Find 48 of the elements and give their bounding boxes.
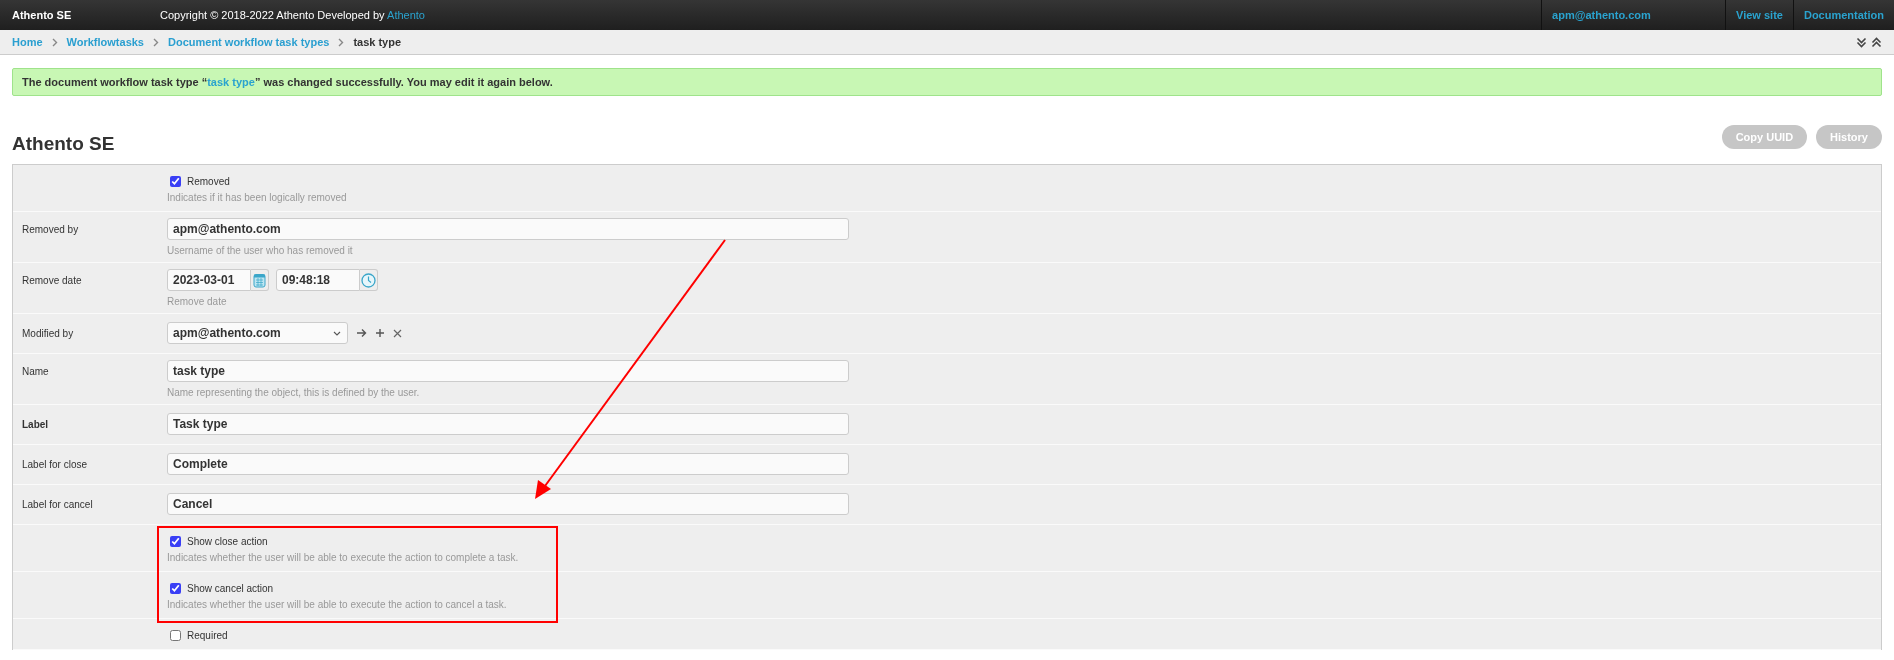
field-label: Label for close <box>22 459 88 470</box>
checkbox[interactable] <box>170 176 181 187</box>
chevron-right-icon <box>153 37 159 47</box>
checkbox[interactable] <box>170 583 181 594</box>
chevron-down-icon <box>333 330 341 336</box>
checkbox[interactable] <box>170 536 181 547</box>
close-icon[interactable] <box>393 328 402 338</box>
field-label: Label <box>22 419 49 430</box>
field-label: Name <box>22 366 49 377</box>
checkbox-label: Required <box>187 630 228 641</box>
field-label: Modified by <box>22 328 74 339</box>
add-icon[interactable] <box>375 328 385 338</box>
text-field[interactable]: Task type <box>167 413 849 435</box>
success-message: The document workflow task type “task type” was changed successfully. You may edit it again below. <box>12 68 1882 96</box>
text-field[interactable]: apm@athento.com <box>167 218 849 240</box>
help-text: Remove date <box>167 296 228 307</box>
athento-link[interactable]: Athento <box>387 9 425 21</box>
brand-name: Athento SE <box>11 9 73 21</box>
help-text: Indicates whether the user will be able to execute the action to cancel a task. <box>167 599 508 610</box>
checkbox-label: Show cancel action <box>187 583 274 594</box>
breadcrumb-link[interactable]: Workflowtasks <box>66 36 144 48</box>
clock-icon[interactable] <box>361 272 376 288</box>
copyright-text: Copyright © 2018-2022 Athento Developed by Athento <box>160 9 425 21</box>
text-field[interactable]: Complete <box>167 453 849 475</box>
help-text: Indicates if it has been logically removed <box>167 192 348 203</box>
field-label: Remove date <box>22 275 82 286</box>
chevron-right-icon <box>338 37 345 47</box>
expand-all-icon[interactable] <box>1871 36 1882 48</box>
field-label: Removed by <box>22 224 79 235</box>
help-text: Username of the user who has removed it <box>167 245 354 256</box>
help-text: Name representing the object, this is defined by the user. <box>167 387 421 398</box>
collapse-all-icon[interactable] <box>1856 36 1867 48</box>
checkbox[interactable] <box>170 630 181 641</box>
checkbox-label: Show close action <box>187 536 268 547</box>
time-field[interactable]: 09:48:18 <box>276 269 360 291</box>
field-label: Label for cancel <box>22 499 93 510</box>
breadcrumb-current: task type <box>353 36 402 48</box>
checkbox-label: Removed <box>187 176 230 187</box>
help-text: Indicates whether the user will be able to execute the action to complete a task. <box>167 552 520 563</box>
text-field[interactable]: task type <box>167 360 849 382</box>
user-select[interactable]: apm@athento.com <box>167 322 348 344</box>
breadcrumb-link[interactable]: Home <box>12 36 43 48</box>
date-field[interactable]: 2023-03-01 <box>167 269 251 291</box>
page-title: Athento SE <box>12 133 115 155</box>
chevron-right-icon <box>51 37 58 47</box>
breadcrumb-link[interactable]: Document workflow task types <box>168 36 330 48</box>
text-field[interactable]: Cancel <box>167 493 849 515</box>
arrow-right-icon[interactable] <box>356 328 367 338</box>
